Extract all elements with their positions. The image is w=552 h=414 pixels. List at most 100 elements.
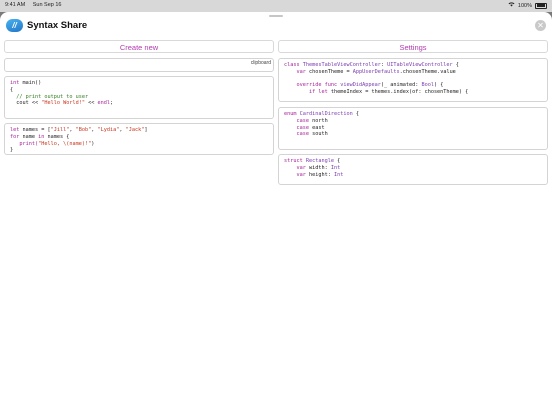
app-title: Syntax Share [27, 19, 88, 31]
snippet-card-enum[interactable]: enum CardinalDirection { case north case… [278, 107, 548, 150]
create-new-button[interactable]: Create new [4, 40, 274, 53]
code-token: var [296, 68, 309, 75]
status-bar: 9:41 AM Sun Sep 16 100% [0, 0, 552, 12]
code-token: Bool [421, 82, 434, 89]
code-token: { [333, 158, 341, 164]
code-line: var height: Int [284, 172, 542, 179]
code-line: case south [284, 131, 542, 138]
code-token: name [22, 133, 39, 140]
code-token: ) [91, 140, 95, 147]
snippet-card-struct[interactable]: struct Rectangle { var width: Int var he… [278, 154, 548, 185]
code-token: north [312, 117, 328, 124]
code-line: struct Rectangle { [284, 158, 542, 165]
code-line: int main() [10, 80, 268, 87]
code-token: case [296, 124, 313, 131]
code-token: if let [309, 89, 331, 96]
code-token: ] [144, 127, 148, 133]
code-token: Int [330, 164, 341, 171]
code-token: chosenTheme = [309, 68, 353, 75]
code-token: ; [109, 100, 114, 107]
settings-button[interactable]: Settings [278, 40, 548, 53]
code-token: in [38, 133, 48, 140]
code-token: AppUserDefaults [352, 68, 400, 75]
snippet-card-cpp[interactable]: int main(){ // print output to user cout… [4, 76, 274, 119]
slash-logo-icon: // [6, 18, 23, 32]
code-token: main() [22, 80, 42, 86]
code-token: var [296, 171, 309, 178]
code-token: "Lydia" [97, 127, 120, 133]
code-token: Int [334, 171, 344, 178]
code-token: { [452, 62, 459, 68]
code-token: "Bob" [75, 127, 92, 133]
close-icon: ✕ [537, 21, 544, 30]
code-token: UITableViewController [387, 62, 453, 68]
close-button[interactable]: ✕ [535, 20, 546, 31]
status-date: Sun Sep 16 [32, 2, 62, 8]
code-token: class [284, 62, 303, 68]
code-line: } [10, 147, 268, 154]
code-token: var [296, 164, 309, 171]
snippet-card-swift-loop[interactable]: let names = ["Jill", "Bob", "Lydia", "Ja… [4, 123, 274, 155]
code-token: (_ animated: [380, 82, 422, 89]
code-token: let [10, 127, 23, 133]
code-line: let names = ["Jill", "Bob", "Lydia", "Ja… [10, 127, 268, 134]
code-token: { [10, 86, 14, 93]
wifi-icon [508, 2, 515, 9]
code-line: for name in names { [10, 134, 268, 141]
code-token: ThemesTableViewController [302, 62, 381, 68]
code-token: case [296, 131, 313, 138]
code-token: // print output to user [10, 93, 89, 100]
code-token: "Hello, \(name)!" [38, 140, 92, 147]
code-line: case east [284, 125, 542, 132]
sheet-grabber[interactable] [269, 15, 283, 17]
code-line: class ThemesTableViewController: UITable… [284, 62, 542, 69]
code-line: enum CardinalDirection { [284, 111, 542, 118]
code-token: print( [10, 140, 39, 147]
code-line: var chosenTheme = AppUserDefaults.chosen… [284, 69, 542, 76]
code-token: endl [97, 100, 110, 107]
code-line: { [10, 87, 268, 94]
clipboard-label: clipboard [250, 60, 271, 66]
code-token: struct [284, 158, 306, 164]
status-left: 9:41 AM Sun Sep 16 [5, 2, 67, 8]
code-line: case north [284, 118, 542, 125]
code-line: // print output to user [10, 94, 268, 101]
code-line: override func viewDidAppear(_ animated: … [284, 82, 542, 89]
code-line: cout << "Hello World!" << endl; [10, 100, 268, 107]
code-token: CardinalDirection [299, 111, 353, 117]
code-token: viewDidAppear [340, 82, 381, 89]
code-token: for [10, 133, 23, 140]
code-token: "Jack" [125, 127, 145, 133]
code-token: "Hello World!" [41, 100, 85, 107]
code-token: ) { [433, 82, 444, 89]
code-token: "Jill" [50, 127, 70, 133]
code-token: } [10, 147, 14, 154]
status-time: 9:41 AM [5, 2, 26, 8]
status-right: 100% [508, 2, 547, 9]
snippet-card-print[interactable]: clipboard print("Hello world!") [4, 58, 274, 72]
code-token: case [296, 117, 313, 124]
battery-percent: 100% [517, 2, 532, 9]
code-token: { [352, 111, 359, 117]
code-line: var width: Int [284, 165, 542, 172]
code-token: names = [ [22, 127, 51, 133]
code-line: if let themeIndex = themes.index(of: cho… [284, 89, 542, 96]
code-token: south [312, 131, 328, 138]
battery-icon [535, 2, 547, 9]
code-token: << [84, 100, 98, 107]
snippet-card-class[interactable]: class ThemesTableViewController: UITable… [278, 58, 548, 102]
code-token: width: [309, 164, 331, 171]
code-token: names { [47, 133, 70, 140]
code-token: themeIndex = themes.index(of: chosenThem… [330, 89, 469, 96]
share-sheet: // Syntax Share ✕ Create new Settings cl… [0, 12, 552, 414]
code-token: int [10, 80, 23, 86]
code-token: .chosenTheme.value [399, 68, 456, 75]
